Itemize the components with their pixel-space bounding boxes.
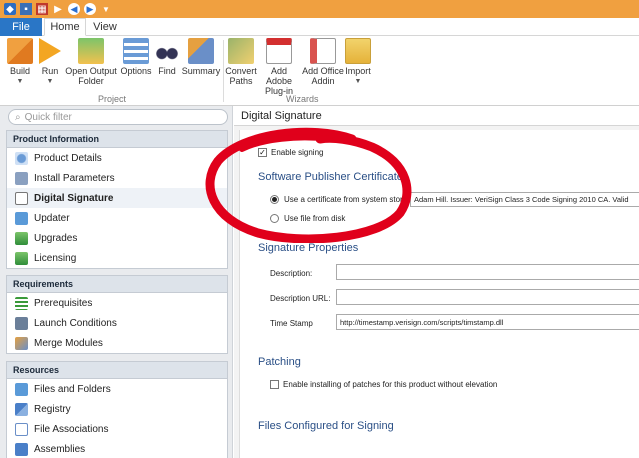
page-title: Digital Signature <box>234 106 639 126</box>
open-output-folder-button[interactable]: Open Output Folder <box>64 38 118 86</box>
ribbon: Build ▼ Run ▼ Open Output Folder Options… <box>0 36 639 106</box>
section-product-information: Product Information Product Details Inst… <box>6 130 228 269</box>
chevron-down-icon: ▼ <box>354 78 362 85</box>
section-resources: Resources Files and Folders Registry Fil… <box>6 361 228 458</box>
section-header[interactable]: Resources <box>7 362 227 379</box>
sidebar-item-licensing[interactable]: Licensing <box>7 248 227 268</box>
run-icon[interactable]: ▶ <box>52 3 64 15</box>
build-icon <box>7 38 33 64</box>
quick-filter-input[interactable]: Quick filter <box>25 112 72 123</box>
sidebar-item-merge-modules[interactable]: Merge Modules <box>7 333 227 353</box>
product-details-icon <box>15 151 28 165</box>
licensing-icon <box>15 251 28 265</box>
convert-paths-icon <box>228 38 254 64</box>
pdf-icon <box>266 38 292 64</box>
merge-modules-icon <box>15 336 28 350</box>
radio-selected-icon <box>270 195 279 204</box>
file-associations-icon <box>15 422 28 436</box>
upgrades-icon <box>15 231 28 245</box>
group-label-project: Project <box>98 94 127 104</box>
add-adobe-plugin-button[interactable]: Add Adobe Plug-in <box>257 38 301 96</box>
save-icon[interactable]: ▪ <box>20 3 32 15</box>
sidebar-item-launch-conditions[interactable]: Launch Conditions <box>7 313 227 333</box>
app-icon[interactable]: ◆ <box>4 3 16 15</box>
search-icon: ⌕ <box>15 111 21 123</box>
import-button[interactable]: Import ▼ <box>345 38 371 87</box>
enable-signing-checkbox[interactable]: ✓ Enable signing <box>258 148 323 157</box>
use-cert-store-radio[interactable]: Use a certificate from system store <box>270 195 407 204</box>
radio-unselected-icon <box>270 214 279 223</box>
sidebar-item-digital-signature[interactable]: Digital Signature <box>7 188 227 208</box>
tab-view[interactable]: View <box>88 18 122 36</box>
timestamp-field[interactable]: http://timestamp.verisign.com/scripts/ti… <box>336 314 639 330</box>
prerequisites-icon <box>15 296 28 310</box>
use-file-radio[interactable]: Use file from disk <box>270 214 345 223</box>
digital-signature-panel: ✓ Enable signing Software Publisher Cert… <box>239 130 639 458</box>
build-grid-icon[interactable]: ▦ <box>36 3 48 15</box>
description-label: Description: <box>270 269 313 278</box>
timestamp-label: Time Stamp <box>270 319 313 328</box>
sidebar-item-file-associations[interactable]: File Associations <box>7 419 227 439</box>
chevron-down-icon: ▼ <box>46 78 54 85</box>
checkmark-icon: ✓ <box>258 147 267 157</box>
files-configured-heading: Files Configured for Signing <box>258 420 394 432</box>
group-divider <box>223 40 224 102</box>
summary-button[interactable]: Summary <box>182 38 220 76</box>
description-field[interactable] <box>336 264 639 280</box>
patching-heading: Patching <box>258 356 301 368</box>
section-header[interactable]: Product Information <box>7 131 227 148</box>
chevron-down-icon: ▼ <box>16 78 24 85</box>
sidebar-item-assemblies[interactable]: Assemblies <box>7 439 227 458</box>
install-parameters-icon <box>15 171 28 185</box>
signature-properties-heading: Signature Properties <box>258 242 359 254</box>
back-icon[interactable]: ◀ <box>68 3 80 15</box>
add-office-addin-button[interactable]: Add Office Addin <box>302 38 344 86</box>
patching-checkbox[interactable]: Enable installing of patches for this pr… <box>270 380 497 389</box>
title-bar: ◆ ▪ ▦ ▶ ◀ ▶ ▼ <box>0 0 639 18</box>
certificate-select[interactable]: Adam Hill. Issuer: VeriSign Class 3 Code… <box>410 192 639 207</box>
office-icon <box>310 38 336 64</box>
options-icon <box>123 38 149 64</box>
customize-icon[interactable]: ▼ <box>100 3 112 15</box>
group-label-wizards: Wizards <box>286 94 319 104</box>
section-header[interactable]: Requirements <box>7 276 227 293</box>
checkbox-empty-icon <box>270 380 279 389</box>
import-icon <box>345 38 371 64</box>
main-content: Digital Signature ✓ Enable signing Softw… <box>234 106 639 458</box>
sidebar-item-install-parameters[interactable]: Install Parameters <box>7 168 227 188</box>
assemblies-icon <box>15 442 28 456</box>
section-requirements: Requirements Prerequisites Launch Condit… <box>6 275 228 354</box>
updater-icon <box>15 211 28 225</box>
sidebar: ⌕ Quick filter Product Information Produ… <box>0 106 233 458</box>
run-play-icon <box>39 38 61 64</box>
sidebar-item-registry[interactable]: Registry <box>7 399 227 419</box>
tab-file[interactable]: File <box>0 18 42 36</box>
build-button[interactable]: Build ▼ <box>6 38 34 87</box>
certificate-icon <box>15 191 28 205</box>
options-button[interactable]: Options <box>120 38 152 76</box>
folder-icon <box>78 38 104 64</box>
sidebar-item-updater[interactable]: Updater <box>7 208 227 228</box>
description-url-label: Description URL: <box>270 294 331 303</box>
sidebar-item-prerequisites[interactable]: Prerequisites <box>7 293 227 313</box>
sidebar-item-upgrades[interactable]: Upgrades <box>7 228 227 248</box>
binoculars-icon <box>154 38 180 64</box>
forward-icon[interactable]: ▶ <box>84 3 96 15</box>
spc-heading: Software Publisher Certificate <box>258 171 403 183</box>
sidebar-item-product-details[interactable]: Product Details <box>7 148 227 168</box>
tab-home[interactable]: Home <box>44 18 86 36</box>
find-button[interactable]: Find <box>154 38 180 76</box>
run-button[interactable]: Run ▼ <box>38 38 62 87</box>
sidebar-item-files-and-folders[interactable]: Files and Folders <box>7 379 227 399</box>
summary-icon <box>188 38 214 64</box>
ribbon-tabs: File Home View <box>0 18 639 36</box>
description-url-field[interactable] <box>336 289 639 305</box>
quick-filter[interactable]: ⌕ Quick filter <box>8 109 228 125</box>
files-folders-icon <box>15 382 28 396</box>
launch-conditions-icon <box>15 316 28 330</box>
convert-paths-button[interactable]: Convert Paths <box>225 38 257 86</box>
registry-icon <box>15 402 28 416</box>
